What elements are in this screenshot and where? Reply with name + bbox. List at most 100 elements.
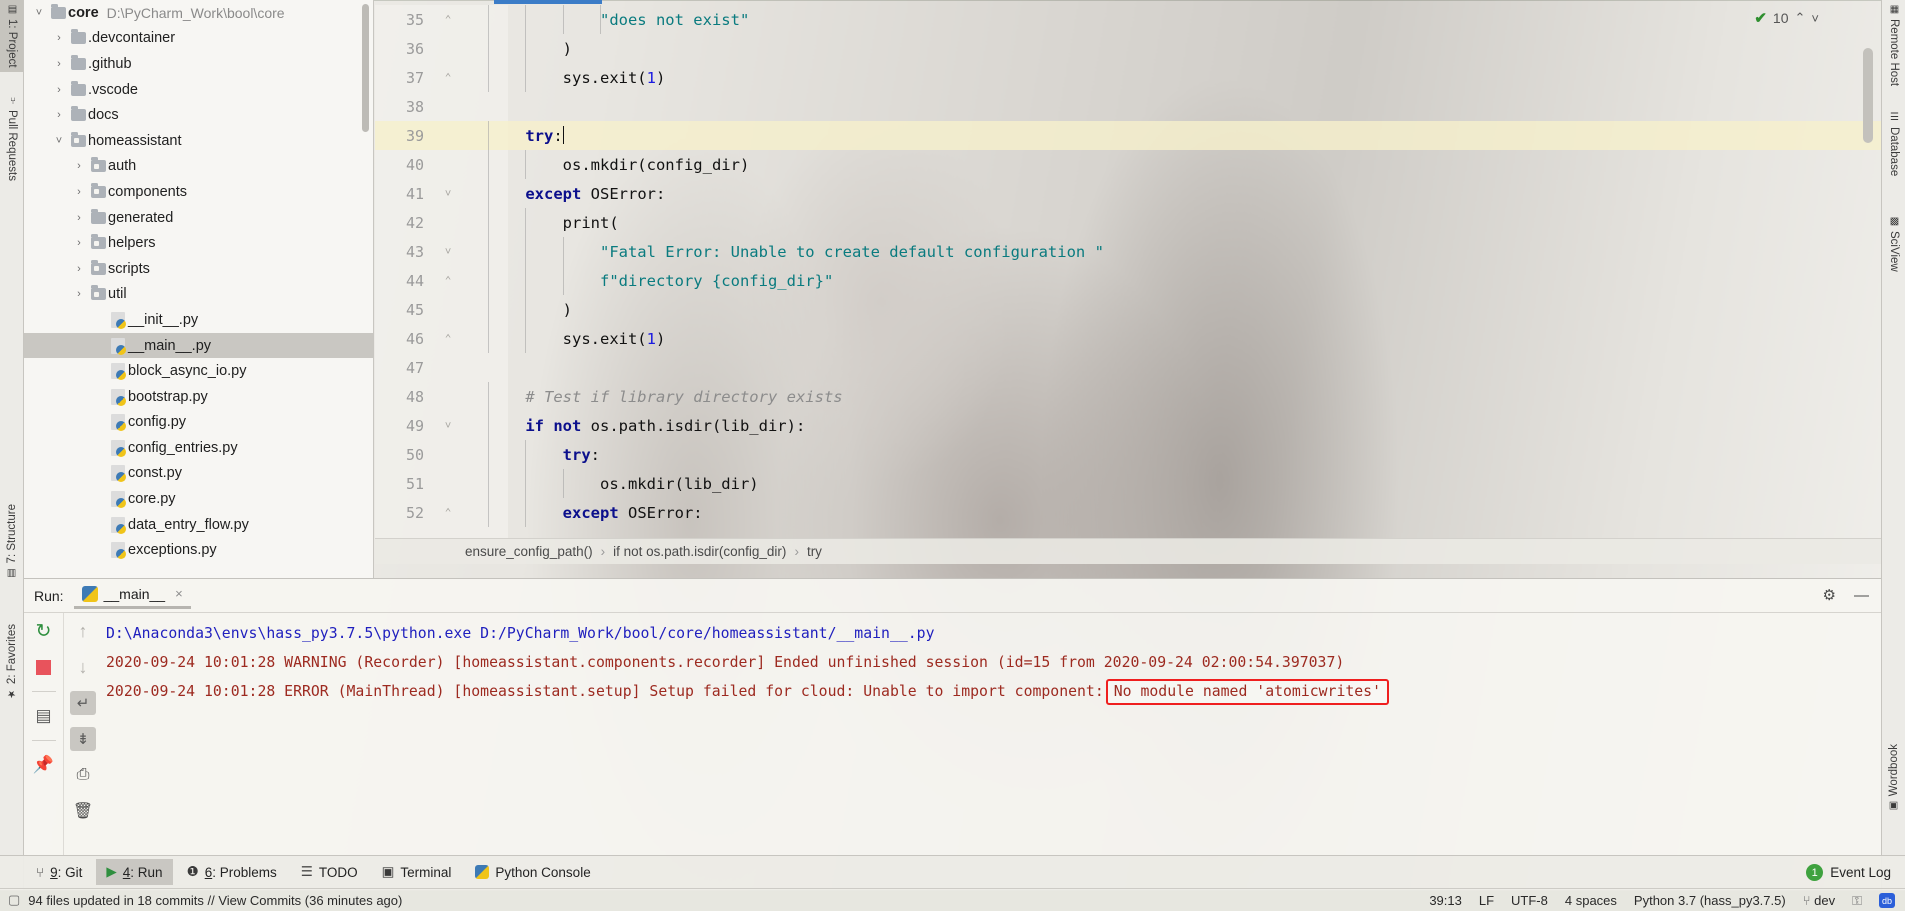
breadcrumb-item-1[interactable]: if not os.path.isdir(config_dir) <box>613 544 786 559</box>
gear-icon[interactable]: ⚙ <box>1823 586 1836 604</box>
git-branch-widget[interactable]: ⑂ dev <box>1803 893 1835 908</box>
python-interpreter[interactable]: Python 3.7 (hass_py3.7.5) <box>1634 893 1786 908</box>
chevron-right-icon[interactable]: › <box>70 212 88 224</box>
console-line[interactable]: 2020-09-24 10:01:28 ERROR (MainThread) [… <box>106 677 1881 706</box>
print-button[interactable]: ⎙ <box>70 763 96 787</box>
code-fold-icon[interactable]: ˅ <box>430 245 466 259</box>
run-console-output[interactable]: D:\Anaconda3\envs\hass_py3.7.5\python.ex… <box>102 613 1881 856</box>
event-log-button[interactable]: 1 Event Log <box>1806 856 1891 889</box>
clear-all-button[interactable]: 🗑 <box>70 799 96 823</box>
sidebar-item-database[interactable]: ☰ Database <box>1882 108 1905 180</box>
sidebar-item-project[interactable]: ▤ 1: Project <box>0 0 23 72</box>
tree-item-const-py[interactable]: const.py <box>24 461 373 487</box>
tool-button-git[interactable]: ⑂ 9: Git <box>26 860 92 885</box>
pin-tab-button[interactable]: 📌 <box>31 753 57 777</box>
tree-item-core-py[interactable]: core.py <box>24 486 373 512</box>
breadcrumb-item-0[interactable]: ensure_config_path() <box>465 544 593 559</box>
code-fold-icon[interactable]: ⌃ <box>430 71 466 84</box>
tree-item-helpers[interactable]: › helpers <box>24 230 373 256</box>
chevron-right-icon[interactable]: › <box>50 84 68 96</box>
code-line[interactable]: 43 ˅ "Fatal Error: Unable to create defau… <box>375 237 1881 266</box>
tree-item-init-py[interactable]: __init__.py <box>24 307 373 333</box>
code-line[interactable]: 42 print( <box>375 208 1881 237</box>
code-line[interactable]: 52 ⌃ except OSError: <box>375 498 1881 527</box>
status-bar-message[interactable]: 94 files updated in 18 commits // View C… <box>28 893 402 908</box>
tool-button-terminal[interactable]: ▣ Terminal <box>372 859 462 885</box>
tree-item-block-async-io-py[interactable]: block_async_io.py <box>24 358 373 384</box>
lock-icon[interactable]: ⚿ <box>1852 893 1862 909</box>
run-tab-main[interactable]: __main__ × <box>73 583 191 609</box>
tree-item-data-entry-flow-py[interactable]: data_entry_flow.py <box>24 512 373 538</box>
previous-problem-icon[interactable]: ⌃ <box>1795 10 1806 26</box>
tree-item-generated[interactable]: › generated <box>24 205 373 231</box>
code-line[interactable]: 36 ) <box>375 34 1881 63</box>
code-line[interactable]: 45 ) <box>375 295 1881 324</box>
chevron-down-icon[interactable]: ˅ <box>50 135 68 147</box>
code-line[interactable]: 41 ˅ except OSError: <box>375 179 1881 208</box>
project-tree-scrollbar[interactable] <box>362 4 369 132</box>
code-editor[interactable]: 35 ⌃ "does not exist" 36 ) 37 ⌃ sys.exit(1) 3… <box>375 0 1881 578</box>
sidebar-item-pull-requests[interactable]: ⑂ Pull Requests <box>0 92 23 185</box>
tree-item-exceptions-py[interactable]: exceptions.py <box>24 537 373 563</box>
code-lines[interactable]: 35 ⌃ "does not exist" 36 ) 37 ⌃ sys.exit(1) 3… <box>375 5 1881 538</box>
code-fold-icon[interactable]: ⌃ <box>430 332 466 345</box>
tree-item-docs[interactable]: › docs <box>24 102 373 128</box>
code-fold-icon[interactable]: ˅ <box>430 187 466 201</box>
indent-setting[interactable]: 4 spaces <box>1565 893 1617 908</box>
code-line[interactable]: 37 ⌃ sys.exit(1) <box>375 63 1881 92</box>
project-tree-panel[interactable]: ˅ core D:\PyCharm_Work\bool\core › .devconta… <box>24 0 374 578</box>
tree-item-components[interactable]: › components <box>24 179 373 205</box>
chevron-right-icon[interactable]: › <box>70 186 88 198</box>
close-icon[interactable]: × <box>175 586 183 601</box>
chevron-right-icon[interactable]: › <box>70 288 88 300</box>
tool-button-python-console[interactable]: Python Console <box>465 860 600 885</box>
code-line[interactable]: 40 os.mkdir(config_dir) <box>375 150 1881 179</box>
tree-item-core[interactable]: ˅ core D:\PyCharm_Work\bool\core <box>24 0 373 26</box>
code-line[interactable]: 50 try: <box>375 440 1881 469</box>
tree-item-scripts[interactable]: › scripts <box>24 256 373 282</box>
tool-button-problems[interactable]: ❶ 6: Problems <box>177 859 287 885</box>
tool-button-run[interactable]: ▶ 4: Run <box>96 859 173 885</box>
chevron-right-icon[interactable]: › <box>70 237 88 249</box>
sidebar-item-favorites[interactable]: ★ 2: Favorites <box>0 620 23 703</box>
tree-item-util[interactable]: › util <box>24 282 373 308</box>
next-problem-icon[interactable]: ˅ <box>1811 11 1819 26</box>
code-line[interactable]: 44 ⌃ f"directory {config_dir}" <box>375 266 1881 295</box>
tree-item-bootstrap-py[interactable]: bootstrap.py <box>24 384 373 410</box>
tool-button-todo[interactable]: ☰ TODO <box>291 859 368 885</box>
code-line[interactable]: 35 ⌃ "does not exist" <box>375 5 1881 34</box>
chevron-down-icon[interactable]: ˅ <box>30 7 48 19</box>
file-encoding[interactable]: UTF-8 <box>1511 893 1548 908</box>
code-fold-icon[interactable]: ⌃ <box>430 506 466 519</box>
console-line[interactable]: 2020-09-24 10:01:28 WARNING (Recorder) [… <box>106 648 1881 677</box>
restore-layout-button[interactable]: ▤ <box>31 704 57 728</box>
code-line[interactable]: 46 ⌃ sys.exit(1) <box>375 324 1881 353</box>
tree-item-devcontainer[interactable]: › .devcontainer <box>24 26 373 52</box>
chevron-right-icon[interactable]: › <box>70 160 88 172</box>
chevron-right-icon[interactable]: › <box>50 58 68 70</box>
tree-item-github[interactable]: › .github <box>24 51 373 77</box>
chevron-right-icon[interactable]: › <box>50 109 68 121</box>
chevron-right-icon[interactable]: › <box>70 263 88 275</box>
sidebar-item-wordbook[interactable]: ▣ Wordbook <box>1882 740 1905 815</box>
soft-wrap-button[interactable]: ↵ <box>70 691 96 715</box>
code-line[interactable]: 49 ˅ if not os.path.isdir(lib_dir): <box>375 411 1881 440</box>
code-line[interactable]: 48 # Test if library directory exists <box>375 382 1881 411</box>
code-line[interactable]: 51 os.mkdir(lib_dir) <box>375 469 1881 498</box>
sidebar-item-remote-host[interactable]: ▦ Remote Host <box>1882 0 1905 90</box>
code-line[interactable]: 39 try: <box>375 121 1881 150</box>
sidebar-item-sciview[interactable]: ▩ SciView <box>1882 212 1905 276</box>
console-line[interactable]: D:\Anaconda3\envs\hass_py3.7.5\python.ex… <box>106 619 1881 648</box>
tree-item-config-py[interactable]: config.py <box>24 410 373 436</box>
minimize-icon[interactable]: — <box>1854 587 1869 604</box>
code-fold-icon[interactable]: ˅ <box>430 419 466 433</box>
tree-item-auth[interactable]: › auth <box>24 154 373 180</box>
inspection-widget[interactable]: ✔ 10 ⌃ ˅ <box>1754 5 1819 31</box>
sidebar-item-structure[interactable]: ▥ 7: Structure <box>0 500 23 582</box>
down-stack-trace-button[interactable]: ↓ <box>70 655 96 679</box>
code-fold-icon[interactable]: ⌃ <box>430 274 466 287</box>
up-stack-trace-button[interactable]: ↑ <box>70 619 96 643</box>
stop-button[interactable] <box>31 655 57 679</box>
tree-item-vscode[interactable]: › .vscode <box>24 77 373 103</box>
code-line[interactable]: 38 <box>375 92 1881 121</box>
